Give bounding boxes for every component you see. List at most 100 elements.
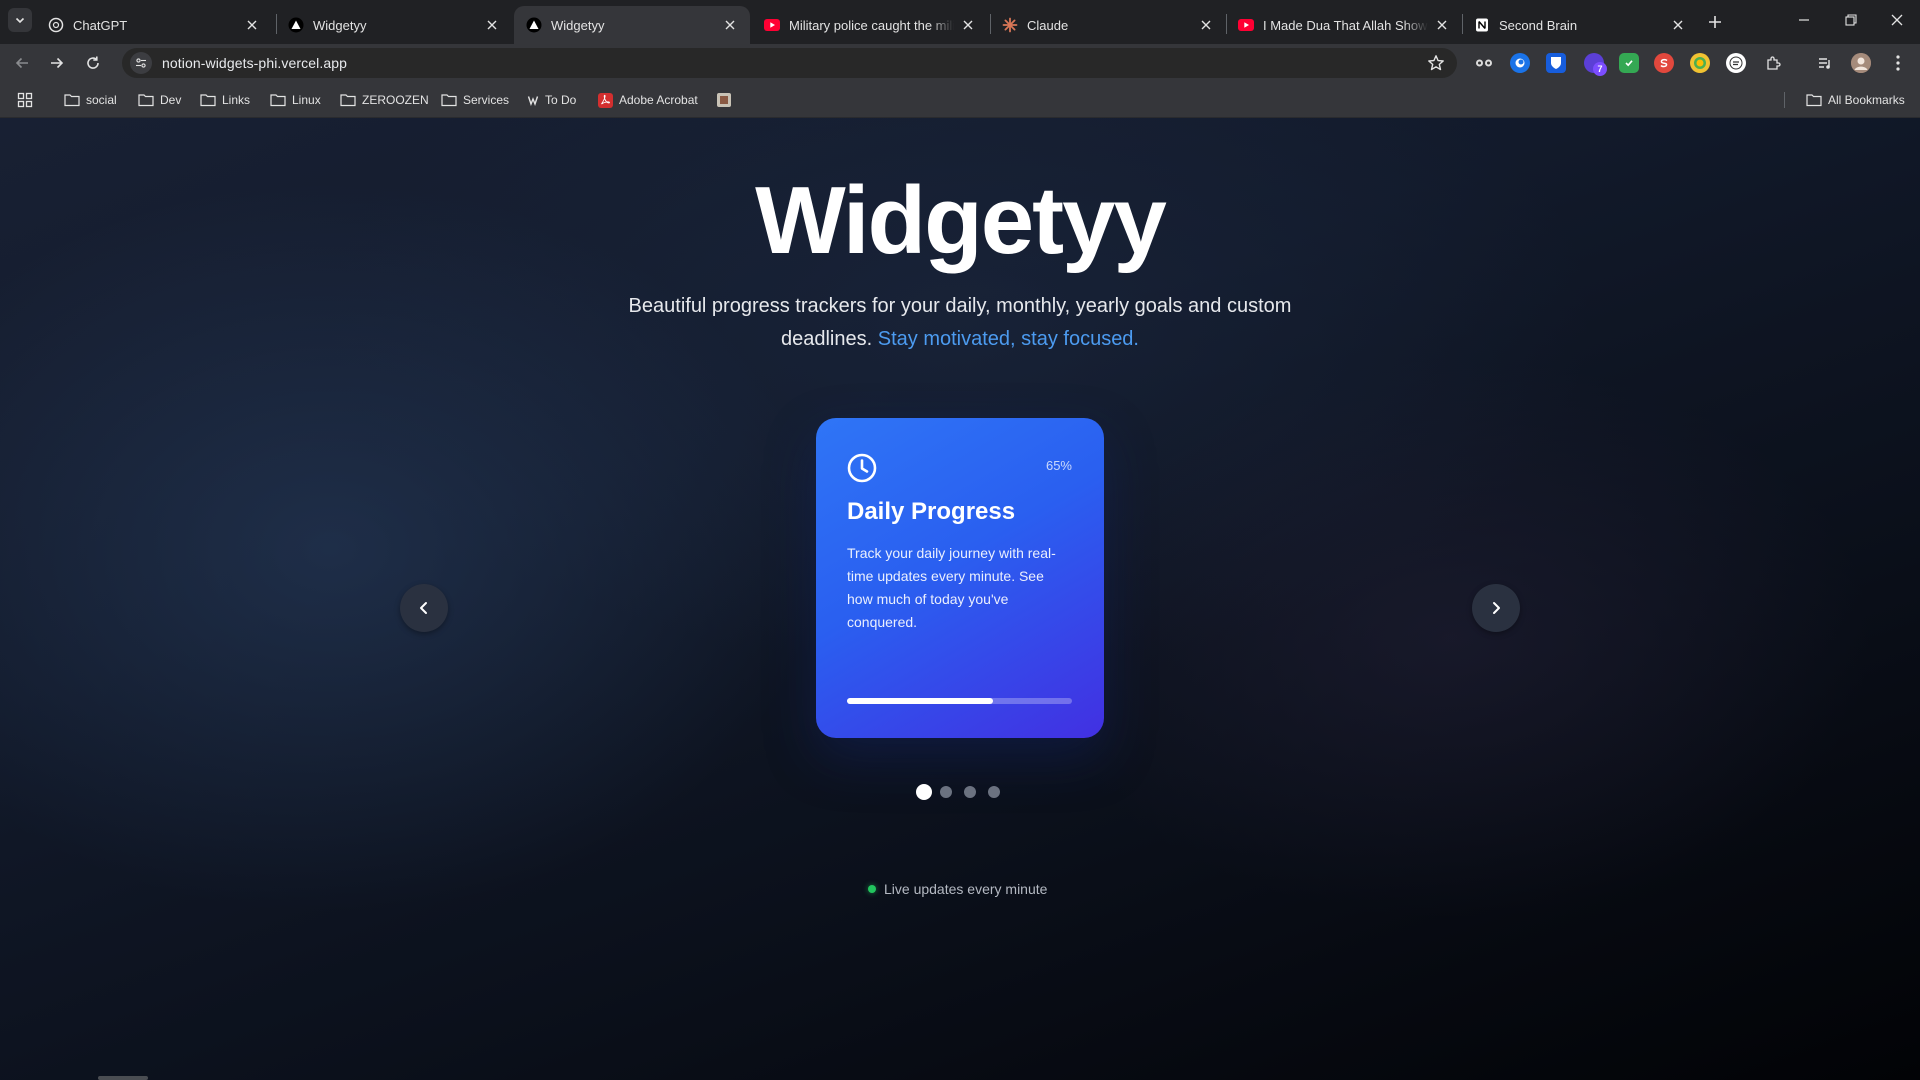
new-tab-button[interactable] xyxy=(1703,10,1727,34)
kebab-menu-icon[interactable] xyxy=(1888,53,1908,73)
bookmark-adobe-acrobat[interactable]: Adobe Acrobat xyxy=(598,90,698,110)
all-bookmarks-button[interactable]: All Bookmarks xyxy=(1806,90,1905,110)
hero-subtitle: Beautiful progress trackers for your dai… xyxy=(610,290,1310,356)
tab-title: Second Brain xyxy=(1499,17,1578,33)
carousel-dot[interactable] xyxy=(940,786,952,798)
folder-icon xyxy=(200,94,216,107)
page-content: Widgetyy Beautiful progress trackers for… xyxy=(0,118,1920,1080)
tab-widgetyy-active[interactable]: Widgetyy xyxy=(514,6,750,44)
tab-chatgpt[interactable]: ChatGPT xyxy=(36,6,272,44)
card-title: Daily Progress xyxy=(847,498,1016,525)
close-icon[interactable] xyxy=(1434,17,1450,33)
bookmark-dev[interactable]: Dev xyxy=(138,90,181,110)
arrow-right-icon xyxy=(51,57,64,69)
todo-icon xyxy=(527,96,539,106)
extension-circle-icon[interactable] xyxy=(1510,53,1530,73)
live-status-text: Live updates every minute xyxy=(884,881,1048,897)
bookmark-label: Services xyxy=(463,93,510,107)
bookmark-todo[interactable]: To Do xyxy=(527,90,576,110)
all-bookmarks-label: All Bookmarks xyxy=(1828,93,1905,107)
bookmark-star-icon[interactable] xyxy=(1427,54,1445,72)
apps-button[interactable] xyxy=(17,90,39,110)
bookmark-zeroozen[interactable]: ZEROOZEN xyxy=(340,90,429,110)
window-close-button[interactable] xyxy=(1883,8,1911,32)
bookmark-label: ZEROOZEN xyxy=(362,93,429,107)
tab-title: Military police caught the milita xyxy=(789,17,954,33)
reload-button[interactable] xyxy=(80,50,106,76)
tab-title: I Made Dua That Allah Shows Th xyxy=(1263,17,1428,33)
bookmark-label: Links xyxy=(222,93,251,107)
back-button[interactable] xyxy=(9,50,35,76)
tab-title: Widgetyy xyxy=(551,17,605,33)
notion-icon xyxy=(1474,17,1490,33)
reload-icon xyxy=(87,56,99,69)
site-info-icon[interactable] xyxy=(130,52,152,74)
chevron-right-icon xyxy=(1493,602,1500,614)
triangle-icon xyxy=(288,17,304,33)
progress-percent: 65% xyxy=(1045,458,1072,473)
minimize-button[interactable] xyxy=(1790,8,1818,32)
progress-bar xyxy=(847,698,1072,704)
close-icon[interactable] xyxy=(722,17,738,33)
claude-icon xyxy=(1002,17,1018,33)
tab-widgetyy-1[interactable]: Widgetyy xyxy=(276,6,512,44)
bookmark-services[interactable]: Services xyxy=(441,90,509,110)
extension-s-icon[interactable] xyxy=(1654,53,1674,73)
media-control-icon[interactable] xyxy=(1815,53,1835,73)
url-text: notion-widgets-phi.vercel.app xyxy=(162,55,348,71)
subtitle-accent: Stay motivated, stay focused. xyxy=(877,328,1139,350)
tab-strip: ChatGPT Widgetyy Widgetyy Military polic… xyxy=(0,0,1920,44)
carousel-dot[interactable] xyxy=(916,784,932,800)
bookmark-links[interactable]: Links xyxy=(200,90,250,110)
bookmark-image-shortcut[interactable] xyxy=(716,90,738,110)
hero-title: Widgetyy xyxy=(755,167,1167,274)
folder-icon xyxy=(340,94,356,107)
address-bar[interactable]: notion-widgets-phi.vercel.app xyxy=(122,48,1457,78)
tab-youtube-military[interactable]: Military police caught the milita xyxy=(752,6,988,44)
folder-icon xyxy=(64,94,80,107)
tab-search-button[interactable] xyxy=(8,8,32,32)
extension-glasses-icon[interactable] xyxy=(1474,53,1494,73)
forward-button[interactable] xyxy=(44,50,70,76)
acrobat-icon xyxy=(598,92,613,108)
folder-icon xyxy=(441,94,457,107)
extension-avatar-icon[interactable] xyxy=(1726,53,1746,73)
tab-title: Widgetyy xyxy=(313,17,367,33)
extension-face-icon[interactable] xyxy=(1690,53,1710,73)
tab-youtube-dua[interactable]: I Made Dua That Allah Shows Th xyxy=(1226,6,1462,44)
puzzle-icon[interactable] xyxy=(1763,53,1783,73)
bookmark-linux[interactable]: Linux xyxy=(270,90,321,110)
close-icon[interactable] xyxy=(960,17,976,33)
close-icon[interactable] xyxy=(244,17,260,33)
carousel-next-button[interactable] xyxy=(1472,584,1520,632)
restore-button[interactable] xyxy=(1837,8,1865,32)
folder-icon xyxy=(1806,94,1822,107)
minimize-icon xyxy=(1799,19,1809,21)
bookmark-label: To Do xyxy=(545,93,577,107)
carousel-dot[interactable] xyxy=(988,786,1000,798)
bookmark-social[interactable]: social xyxy=(64,90,117,110)
bookmark-label: Linux xyxy=(292,93,321,107)
browser-toolbar: notion-widgets-phi.vercel.app 7 xyxy=(0,44,1920,82)
carousel-prev-button[interactable] xyxy=(400,584,448,632)
extension-badge-icon[interactable]: 7 xyxy=(1584,53,1607,76)
horizontal-scrollbar[interactable] xyxy=(98,1076,148,1080)
tab-second-brain[interactable]: Second Brain xyxy=(1462,6,1698,44)
progress-bar-fill xyxy=(847,698,994,704)
image-icon xyxy=(717,93,731,107)
close-icon[interactable] xyxy=(1198,17,1214,33)
shield-icon[interactable] xyxy=(1619,53,1639,73)
profile-avatar[interactable] xyxy=(1851,53,1871,73)
youtube-icon xyxy=(1238,17,1254,33)
triangle-icon xyxy=(526,17,542,33)
close-icon xyxy=(1891,14,1903,26)
close-icon[interactable] xyxy=(1670,17,1686,33)
chevron-left-icon xyxy=(420,602,427,614)
carousel-dot[interactable] xyxy=(964,786,976,798)
plus-icon xyxy=(1709,16,1721,28)
widget-card-daily-progress[interactable]: 65% Daily Progress Track your daily jour… xyxy=(816,418,1104,738)
bitwarden-icon[interactable] xyxy=(1546,53,1566,73)
extension-count-badge: 7 xyxy=(1593,62,1607,76)
close-icon[interactable] xyxy=(484,17,500,33)
tab-claude[interactable]: Claude xyxy=(990,6,1226,44)
